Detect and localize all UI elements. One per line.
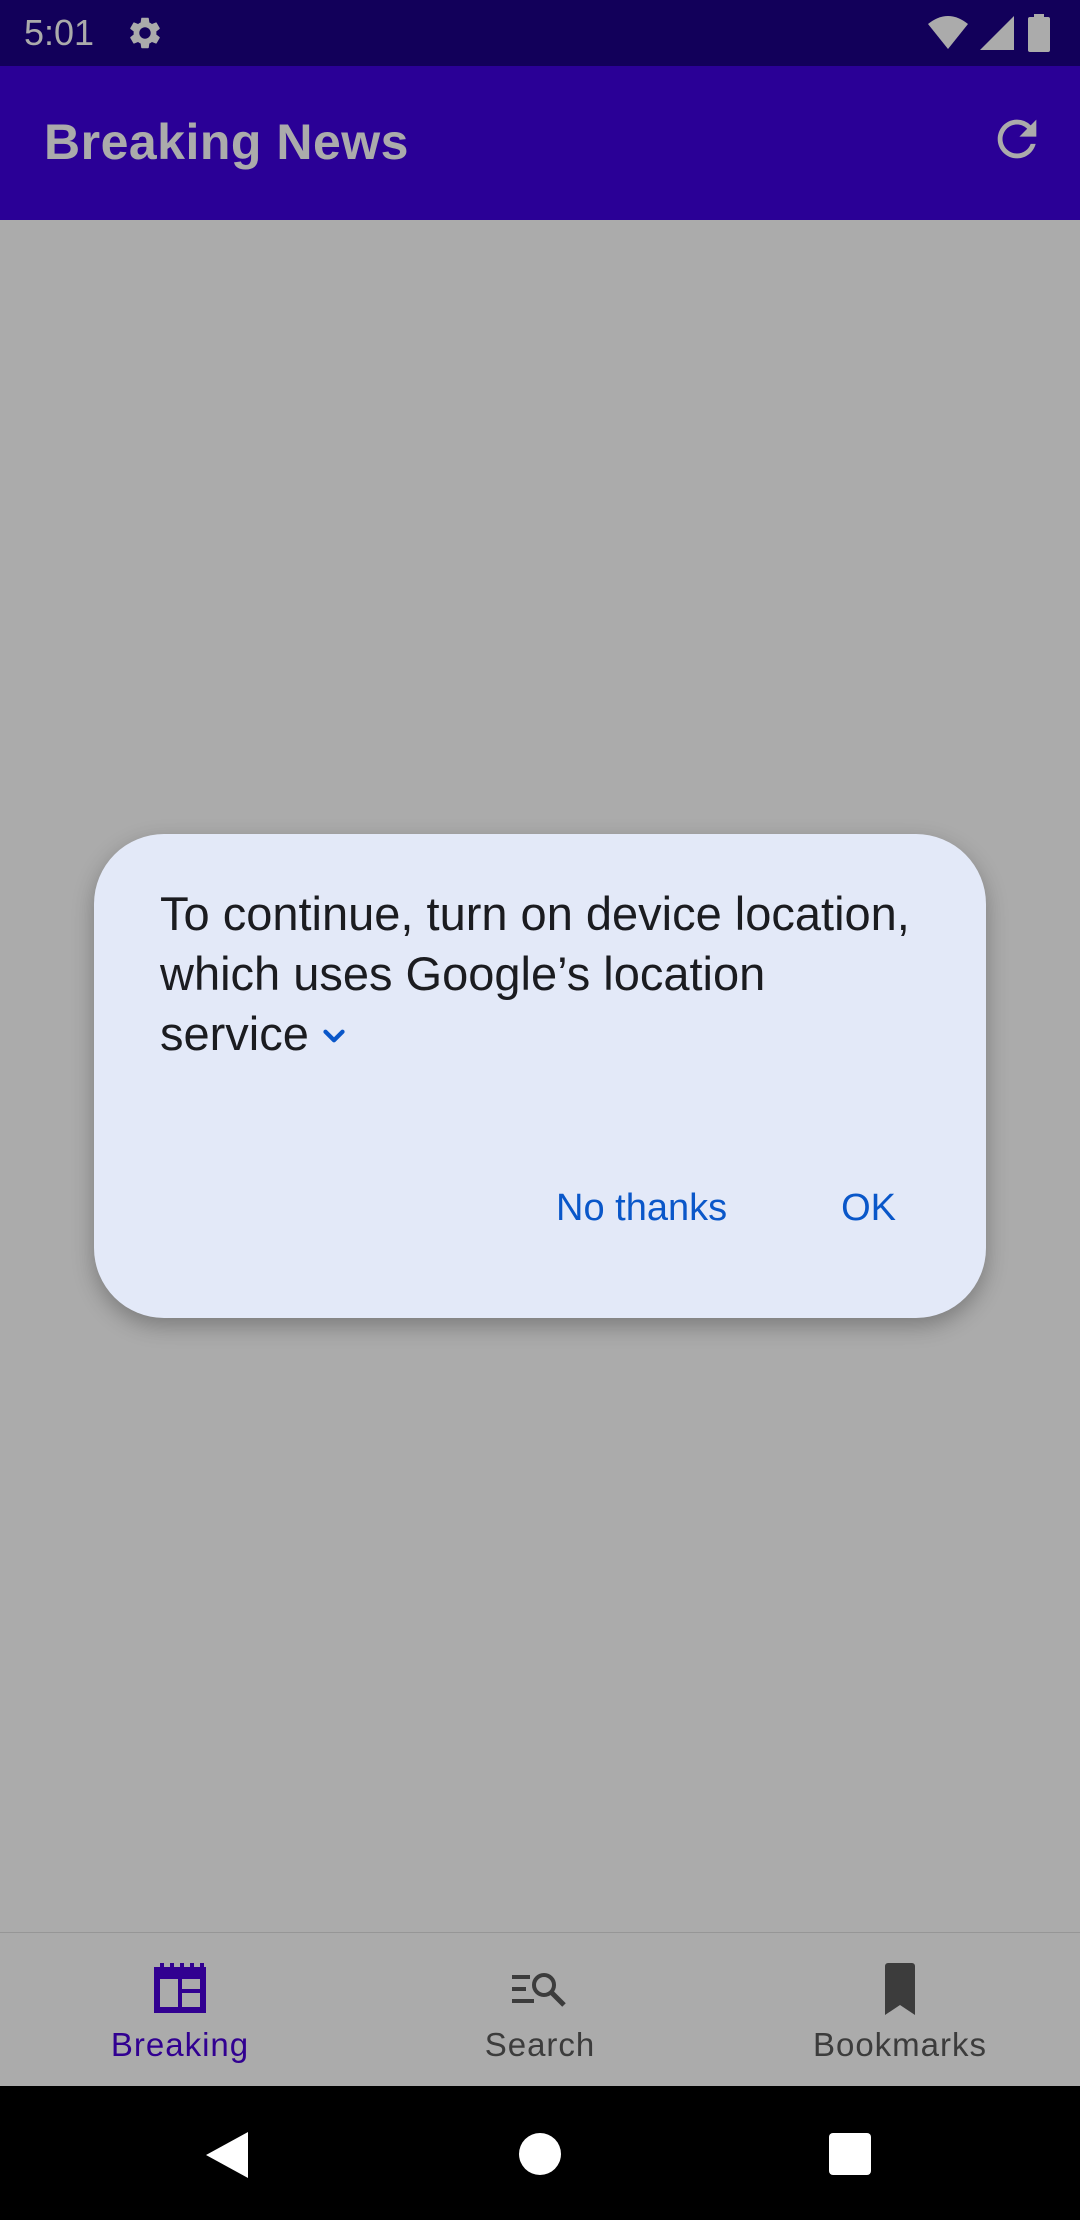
screen: 5:01 Breaking News Breaking Search Bookm… (0, 0, 1080, 2220)
no-thanks-button[interactable]: No thanks (556, 1184, 727, 1232)
chevron-down-icon[interactable] (317, 1019, 351, 1053)
dialog-actions: No thanks OK (556, 1184, 896, 1232)
location-dialog: To continue, turn on device location, wh… (94, 834, 986, 1318)
system-navigation-bar (0, 2086, 1080, 2220)
dialog-message-text: To continue, turn on device location, wh… (160, 887, 910, 1060)
ok-button[interactable]: OK (841, 1184, 896, 1232)
back-icon[interactable] (204, 2130, 250, 2180)
home-icon[interactable] (518, 2132, 562, 2176)
recents-icon[interactable] (828, 2132, 872, 2176)
dialog-message: To continue, turn on device location, wh… (160, 884, 920, 1064)
